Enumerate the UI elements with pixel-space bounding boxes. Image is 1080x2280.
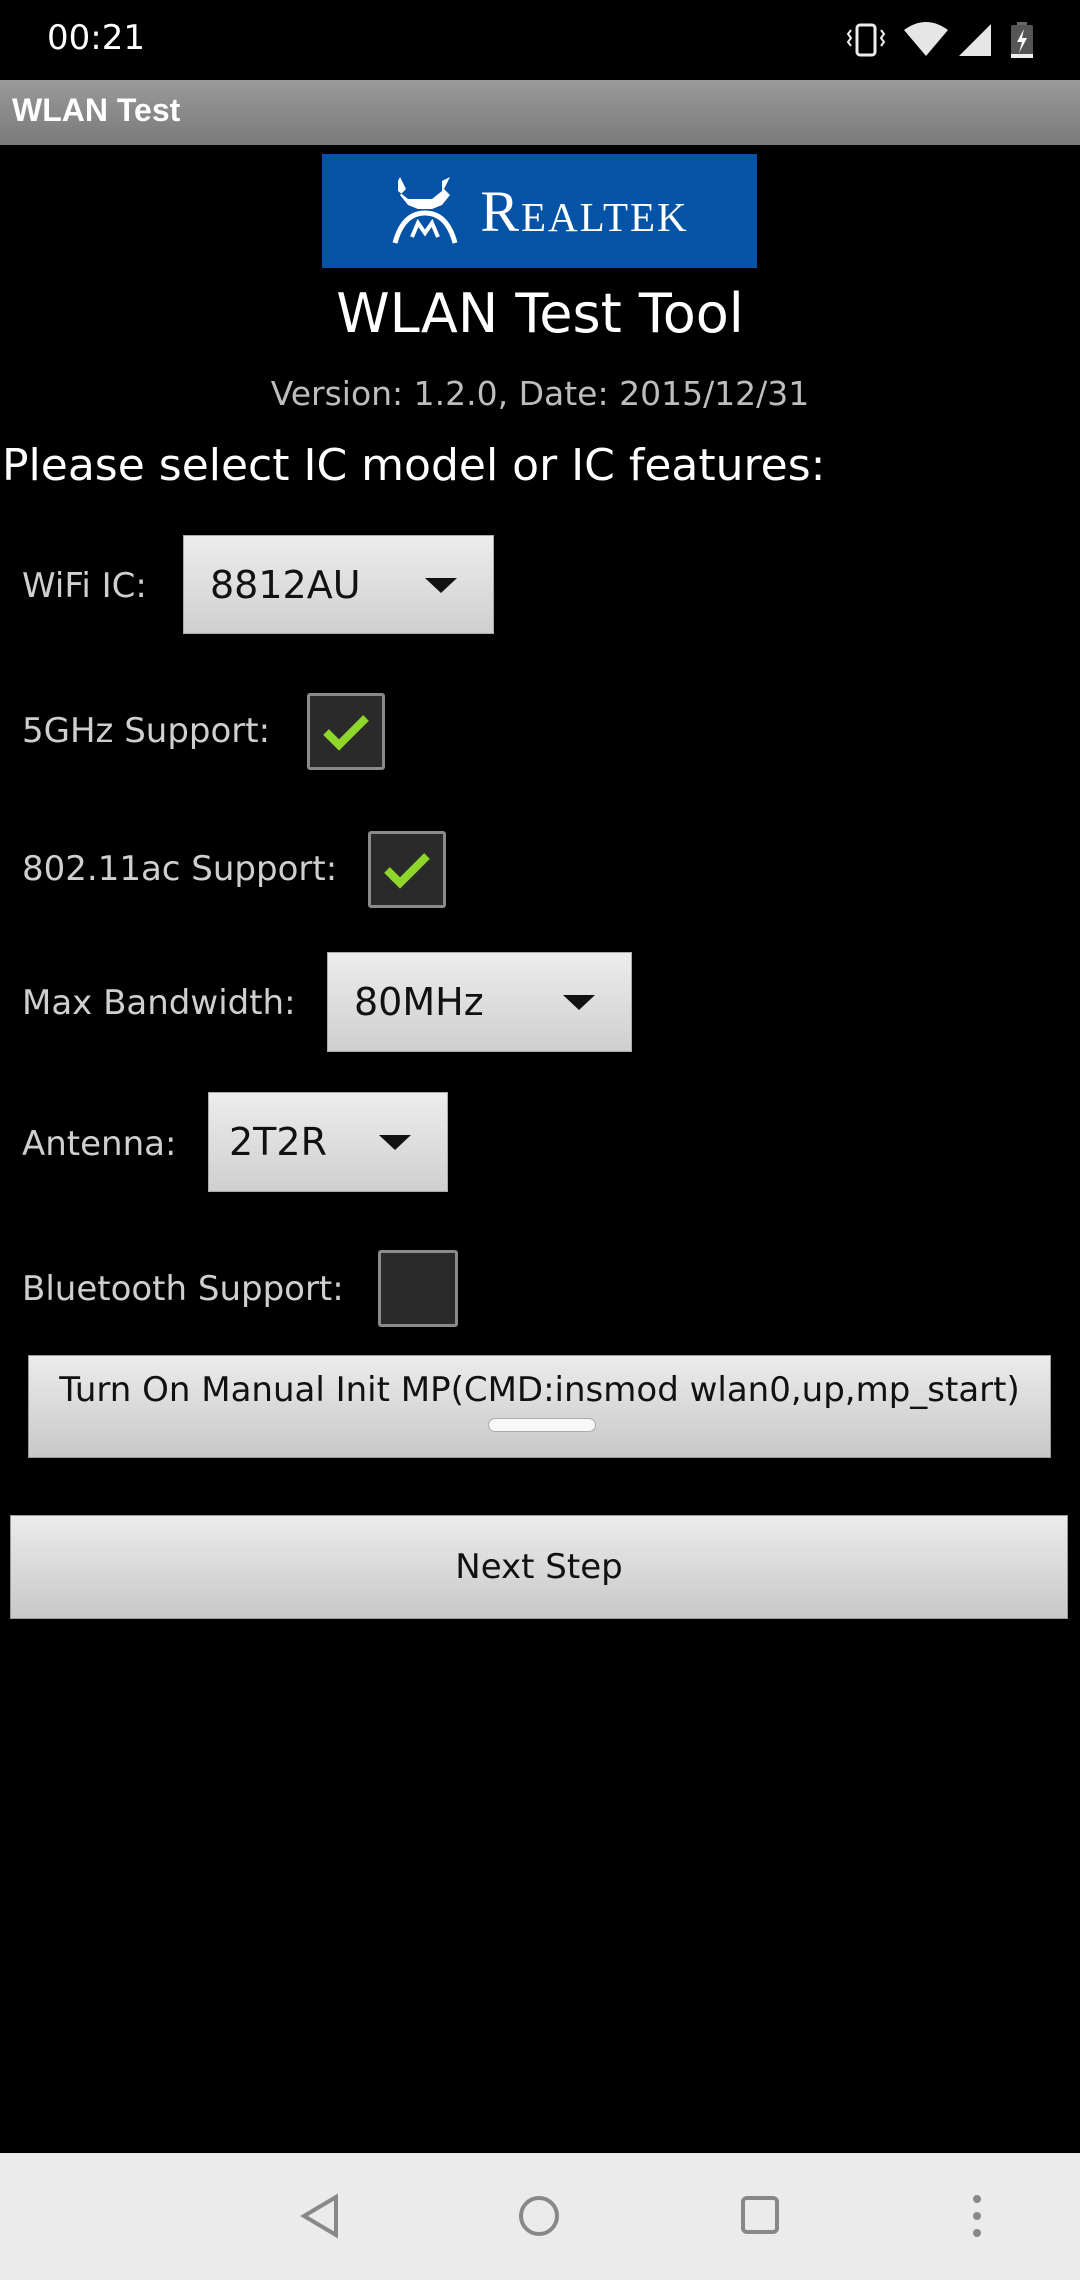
80211ac-support-label: 802.11ac Support: bbox=[22, 849, 338, 889]
next-step-label: Next Step bbox=[455, 1547, 623, 1587]
status-bar: 00:21 bbox=[0, 0, 1080, 80]
version-text: Version: 1.2.0, Date: 2015/12/31 bbox=[270, 374, 810, 413]
navigation-bar bbox=[0, 2153, 1080, 2280]
dropdown-arrow-icon bbox=[563, 995, 595, 1010]
vibrate-icon bbox=[846, 23, 886, 57]
bluetooth-support-checkbox[interactable] bbox=[378, 1250, 458, 1327]
dropdown-arrow-icon bbox=[425, 577, 457, 593]
back-icon[interactable] bbox=[298, 2193, 342, 2239]
bluetooth-support-label: Bluetooth Support: bbox=[22, 1269, 344, 1309]
max-bandwidth-label: Max Bandwidth: bbox=[22, 983, 296, 1023]
toggle-indicator bbox=[488, 1418, 596, 1432]
more-icon[interactable] bbox=[967, 2193, 987, 2239]
home-icon[interactable] bbox=[517, 2194, 561, 2238]
clock: 00:21 bbox=[47, 18, 145, 58]
antenna-value: 2T2R bbox=[229, 1120, 327, 1164]
recents-icon[interactable] bbox=[740, 2195, 780, 2235]
manual-init-label: Turn On Manual Init MP(CMD:insmod wlan0,… bbox=[59, 1370, 1020, 1410]
antenna-label: Antenna: bbox=[22, 1124, 177, 1164]
dropdown-arrow-icon bbox=[379, 1135, 411, 1150]
wifi-ic-spinner[interactable]: 8812AU bbox=[183, 535, 494, 634]
max-bandwidth-value: 80MHz bbox=[354, 980, 484, 1024]
wifi-ic-label: WiFi IC: bbox=[22, 566, 147, 606]
cell-signal-icon bbox=[959, 24, 991, 56]
5ghz-support-label: 5GHz Support: bbox=[22, 711, 271, 751]
80211ac-support-checkbox[interactable] bbox=[368, 831, 446, 908]
prompt-text: Please select IC model or IC features: bbox=[2, 440, 826, 491]
checkmark-icon bbox=[384, 852, 430, 889]
wifi-ic-value: 8812AU bbox=[210, 562, 361, 607]
checkmark-icon bbox=[323, 714, 369, 751]
app-bar: WLAN Test bbox=[0, 80, 1080, 145]
max-bandwidth-spinner[interactable]: 80MHz bbox=[327, 952, 632, 1052]
antenna-spinner[interactable]: 2T2R bbox=[208, 1092, 448, 1192]
5ghz-support-checkbox[interactable] bbox=[307, 693, 385, 770]
realtek-logo: Realtek bbox=[322, 154, 757, 268]
page-title: WLAN Test Tool bbox=[336, 282, 744, 345]
crab-logo-icon bbox=[392, 177, 458, 244]
manual-init-toggle-button[interactable]: Turn On Manual Init MP(CMD:insmod wlan0,… bbox=[28, 1355, 1051, 1458]
battery-charging-icon bbox=[1011, 22, 1033, 58]
logo-text: Realtek bbox=[480, 178, 689, 244]
app-bar-title: WLAN Test bbox=[12, 92, 181, 128]
wifi-icon bbox=[904, 22, 948, 56]
next-step-button[interactable]: Next Step bbox=[10, 1515, 1068, 1619]
